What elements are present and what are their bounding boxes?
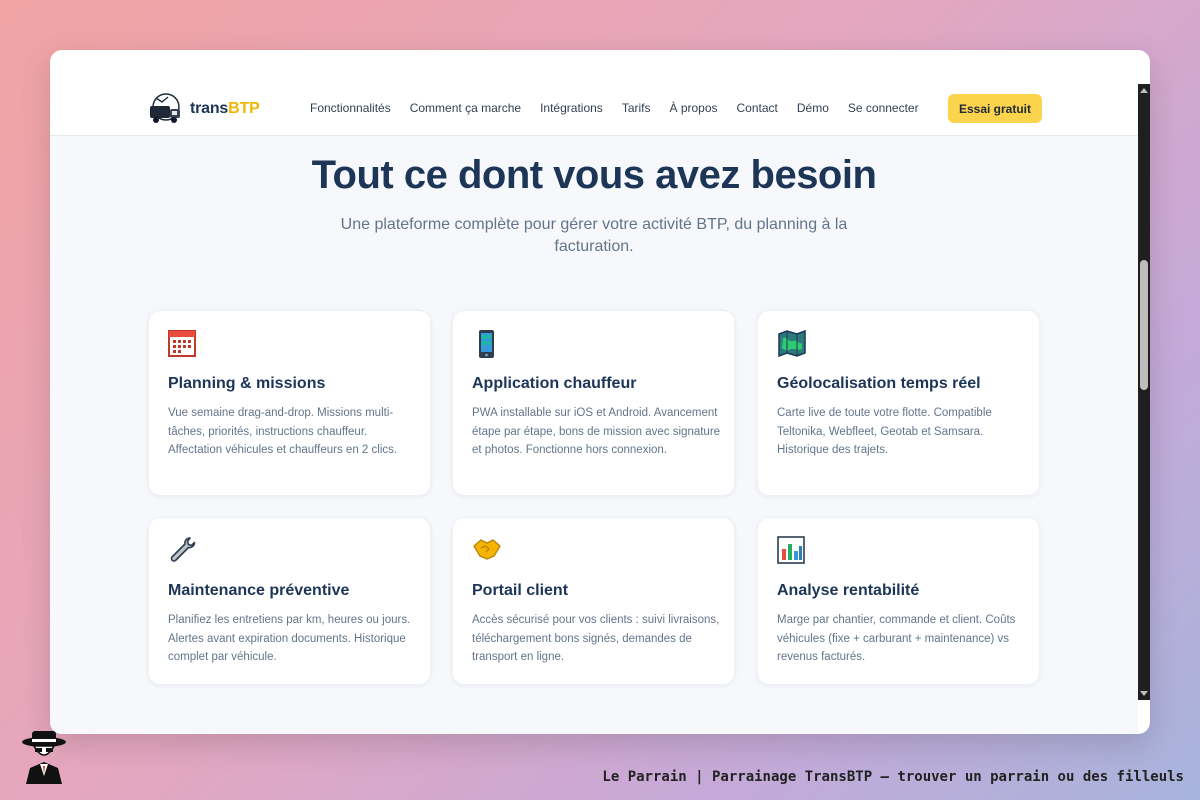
footer-caption: Le Parrain | Parrainage TransBTP — trouv… [602, 769, 1184, 785]
mascot-gangster-icon [18, 728, 70, 784]
browser-window: Tout ce dont vous avez besoin Une platef… [50, 50, 1150, 734]
page-scrollbar[interactable] [1138, 84, 1150, 700]
scrollbar-thumb[interactable] [1140, 260, 1148, 390]
nav-link-how-it-works[interactable]: Comment ça marche [410, 101, 521, 115]
nav-links: Fonctionnalités Comment ça marche Intégr… [310, 101, 919, 115]
feature-card-client-portal: Portail client Accès sécurisé pour vos c… [452, 517, 735, 685]
feature-title: Maintenance préventive [168, 582, 350, 599]
nav-link-contact[interactable]: Contact [737, 101, 778, 115]
feature-card-geolocation: Géolocalisation temps réel Carte live de… [757, 310, 1040, 496]
feature-description: Vue semaine drag-and-drop. Missions mult… [168, 407, 398, 456]
brand-name-prefix: trans [190, 100, 229, 117]
feature-description: Carte live de toute votre flotte. Compat… [777, 407, 992, 456]
map-icon [777, 329, 806, 359]
nav-link-about[interactable]: À propos [669, 101, 717, 115]
feature-description: Planifiez les entretiens par km, heures … [168, 614, 411, 663]
feature-title: Géolocalisation temps réel [777, 375, 981, 392]
brand-logo[interactable]: transBTP [146, 92, 260, 126]
nav-link-pricing[interactable]: Tarifs [622, 101, 651, 115]
nav-link-demo[interactable]: Démo [797, 101, 829, 115]
feature-card-planning: Planning & missions Vue semaine drag-and… [148, 310, 431, 496]
feature-card-profitability: Analyse rentabilité Marge par chantier, … [757, 517, 1040, 685]
truck-logo-icon [146, 92, 184, 126]
feature-title: Planning & missions [168, 375, 326, 392]
brand-name: transBTP [190, 100, 260, 118]
feature-title: Portail client [472, 582, 569, 599]
mobile-phone-icon [472, 329, 500, 359]
nav-link-login[interactable]: Se connecter [848, 101, 919, 115]
feature-description: Accès sécurisé pour vos clients : suivi … [472, 614, 720, 663]
nav-link-integrations[interactable]: Intégrations [540, 101, 603, 115]
top-navbar: transBTP Fonctionnalités Comment ça marc… [50, 84, 1138, 136]
wrench-icon [168, 536, 196, 566]
feature-title: Application chauffeur [472, 375, 637, 392]
feature-description: Marge par chantier, commande et client. … [777, 614, 1016, 663]
feature-title: Analyse rentabilité [777, 582, 920, 599]
brand-name-accent: BTP [228, 100, 260, 117]
scroll-down-arrow-icon[interactable] [1140, 691, 1148, 696]
bar-chart-icon [777, 536, 805, 566]
free-trial-button[interactable]: Essai gratuit [948, 94, 1042, 123]
page-viewport: Tout ce dont vous avez besoin Une platef… [50, 84, 1138, 734]
feature-card-maintenance: Maintenance préventive Planifiez les ent… [148, 517, 431, 685]
section-subtitle: Une plateforme complète pour gérer votre… [340, 216, 848, 255]
calendar-icon [168, 329, 196, 359]
handshake-icon [472, 536, 501, 566]
nav-link-features[interactable]: Fonctionnalités [310, 101, 391, 115]
scroll-up-arrow-icon[interactable] [1140, 88, 1148, 93]
section-title: Tout ce dont vous avez besoin [311, 153, 877, 197]
feature-card-driver-app: Application chauffeur PWA installable su… [452, 310, 735, 496]
feature-description: PWA installable sur iOS et Android. Avan… [472, 407, 721, 456]
